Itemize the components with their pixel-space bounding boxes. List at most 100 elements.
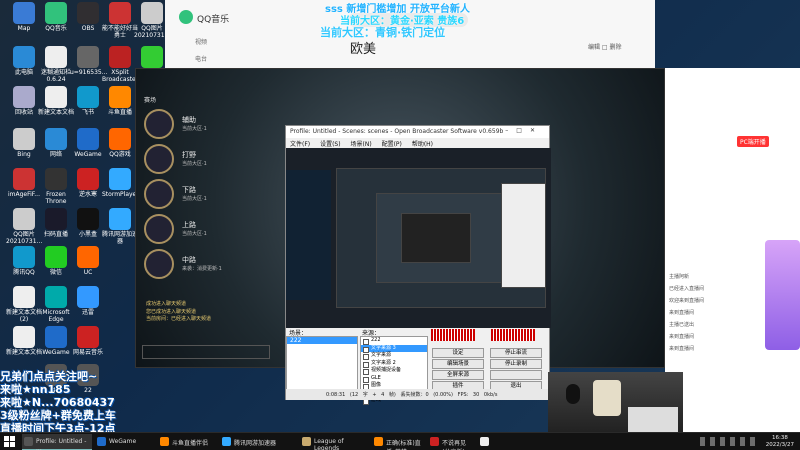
desktop-icon[interactable]: 回收站 <box>6 86 42 117</box>
taskbar-item[interactable]: League of Legends <box>300 434 368 450</box>
qqmusic-nav-radio[interactable]: 电台 <box>195 54 207 63</box>
position-option[interactable]: 上路 当前大区·1 <box>144 214 274 248</box>
stop-stream-button[interactable]: 停止串流 <box>490 348 542 358</box>
desktop-icon[interactable]: Frozen Throne <box>38 168 74 205</box>
qqmusic-nav-video[interactable]: 视频 <box>195 37 207 46</box>
obs-menubar[interactable]: 文件(F) 设置(S) 场景(N) 配置(P) 帮助(H) <box>286 138 549 148</box>
menu-scene[interactable]: 场景(N) <box>350 141 371 148</box>
desktop-icon[interactable]: QQ图片20210731... <box>6 208 42 245</box>
system-tray[interactable] <box>700 437 760 446</box>
taskbar-item[interactable]: 正确(标准)直播_英雄... <box>372 434 427 450</box>
desktop-icon[interactable]: 斗鱼直播 <box>102 86 138 117</box>
overlay-text-top-3: 当前大区：青铜·铁门定位 <box>320 26 446 39</box>
qqmusic-actions[interactable]: 编辑 □ 删除 <box>588 42 621 51</box>
desktop-icon[interactable]: 新建文本文档 (2) <box>6 286 42 323</box>
desktop-icon[interactable]: XSplit Broadcaster <box>102 46 138 83</box>
start-button-icon[interactable] <box>4 436 16 448</box>
edit-scene-button[interactable]: 编辑场景 <box>432 359 484 369</box>
desktop-icon[interactable]: u=916535... <box>70 46 107 77</box>
desktop-icon[interactable]: 此电脑 <box>6 46 42 77</box>
source-item[interactable]: 文字来源 2 <box>361 360 427 367</box>
desktop-icon[interactable]: OBS <box>70 2 106 33</box>
desktop-icon[interactable]: Microsoft Edge <box>38 286 74 323</box>
pc-live-badge[interactable]: PC端开播 <box>737 136 769 147</box>
position-option[interactable]: 打野 当前大区·1 <box>144 144 274 178</box>
app-icon <box>13 208 35 230</box>
position-option[interactable]: 下路 当前大区·1 <box>144 179 274 213</box>
desktop-icon[interactable]: Bing <box>6 128 42 159</box>
desktop-icon[interactable]: StormPlayer <box>102 168 139 199</box>
browser-window[interactable]: PC端开播 主播阿新 已经进入直播间 欢迎来到直播间 来到直播间 主播已送出 来到直播间来… <box>665 68 800 433</box>
chat-line: 您已成功进入聊天频道 <box>146 308 197 315</box>
desktop-icon[interactable]: 迅雷 <box>70 286 106 317</box>
desktop-audio-meter <box>431 329 475 341</box>
window-controls[interactable]: –□✕ <box>505 127 543 134</box>
desktop-icon[interactable]: 小黑盒 <box>70 208 106 239</box>
desktop-icon[interactable]: 能不能好好当勇士 <box>102 2 138 39</box>
desktop-icon[interactable]: QQ游戏 <box>102 128 138 159</box>
source-item[interactable]: 视频捕捉设备 <box>361 367 427 375</box>
position-name: 辅助 <box>182 116 196 124</box>
desktop-icon[interactable]: 逆水寒 <box>70 168 106 199</box>
desktop-icon[interactable]: 网络 <box>38 128 74 159</box>
desktop-icon[interactable]: WeGame <box>38 326 74 357</box>
taskbar-item[interactable]: 不说再见 (分享版) <box>428 434 476 450</box>
desktop-icon[interactable]: 腾讯QQ <box>6 246 42 277</box>
desktop-icon-label: StormPlayer <box>102 191 139 198</box>
menu-file[interactable]: 文件(F) <box>290 141 310 148</box>
menu-settings[interactable]: 设置(S) <box>320 141 341 148</box>
desktop-icon[interactable]: 飞书 <box>70 86 106 117</box>
clock[interactable]: 16:38 2022/3/27 <box>766 435 794 449</box>
stop-record-button[interactable]: 停止录制 <box>490 359 542 369</box>
game-chat-input[interactable] <box>142 345 270 359</box>
nested-browser-preview <box>501 183 546 288</box>
taskbar-item-label: 正确(标准)直播_英雄... <box>386 440 421 450</box>
taskbar-item[interactable]: 斗鱼直播伴侣 <box>158 434 218 450</box>
obs-titlebar[interactable]: Profile: Untitled - Scenes: scenes - Ope… <box>286 126 549 138</box>
desktop-icon[interactable]: UC <box>70 246 106 277</box>
position-option[interactable]: 中路 来袭：消费更新·1 <box>144 249 274 283</box>
desktop-icon[interactable]: 腾讯网游加速器 <box>102 208 138 245</box>
desktop-icon[interactable]: 新建文本文档 <box>6 326 42 357</box>
desktop-icon[interactable]: 迷糊通知栏 0.6.24 <box>38 46 74 83</box>
menu-help[interactable]: 帮助(H) <box>412 141 433 148</box>
settings-button[interactable]: 设定 <box>432 348 484 358</box>
source-item[interactable]: GLE <box>361 375 427 382</box>
menu-profile[interactable]: 配置(P) <box>382 141 402 148</box>
app-icon <box>77 46 99 68</box>
desktop-icon[interactable]: Map <box>6 2 42 33</box>
desktop-icon[interactable]: 微信 <box>38 246 74 277</box>
source-item[interactable]: 222 <box>361 337 427 345</box>
blank-button[interactable] <box>490 370 542 380</box>
desktop-icon-label: QQ游戏 <box>109 151 131 158</box>
obs-window[interactable]: Profile: Untitled - Scenes: scenes - Ope… <box>285 125 551 405</box>
app-icon <box>13 246 35 268</box>
stream-overlay-bottom: 兄弟们点点关注吧~ 来啦★nn185 来啦★N...70680437 3级粉丝牌… <box>0 370 160 435</box>
source-item[interactable]: 文字来源 3 <box>361 344 427 352</box>
desktop-icon-label: 网易云音乐 <box>72 349 103 356</box>
scene-item[interactable]: 222 <box>287 337 357 344</box>
app-icon <box>77 128 99 150</box>
desktop-icon[interactable]: 网易云音乐 <box>70 326 106 357</box>
taskbar-item[interactable]: Profile: Untitled - ... <box>22 434 92 450</box>
desktop-icon[interactable]: imAgeFiF... <box>6 168 42 199</box>
taskbar-item[interactable] <box>478 434 495 450</box>
desktop-icon[interactable]: WeGame <box>70 128 106 159</box>
app-icon <box>45 2 67 24</box>
chat-message: 主播已送出 <box>669 322 695 328</box>
sources-list[interactable]: 222文字来源 3文字来源文字来源 2视频捕捉设备GLE图像GLE 2游戏 <box>360 336 428 405</box>
position-name: 下路 <box>182 186 196 194</box>
desktop-icon[interactable]: 新建文本文档 <box>38 86 74 117</box>
taskbar-item[interactable]: WeGame <box>95 434 155 450</box>
desktop-icon[interactable]: 扫码直播 <box>38 208 74 239</box>
desktop-icon-label: 能不能好好当勇士 <box>102 25 139 39</box>
desktop-icon[interactable]: QQ音乐 <box>38 2 74 33</box>
scenes-list[interactable]: 222 <box>286 336 358 394</box>
position-option[interactable]: 辅助 当前大区·1 <box>144 109 274 143</box>
taskbar-item[interactable]: 腾讯网游加速器 <box>220 434 295 450</box>
desktop-icon-label: 迷糊通知栏 0.6.24 <box>40 69 71 83</box>
source-item[interactable]: 文字来源 <box>361 352 427 360</box>
taskbar-item-label: 不说再见 (分享版) <box>442 440 467 450</box>
fullscreen-source-button[interactable]: 全屏来源 <box>432 370 484 380</box>
desktop-icon-label: imAgeFiF... <box>7 191 40 198</box>
